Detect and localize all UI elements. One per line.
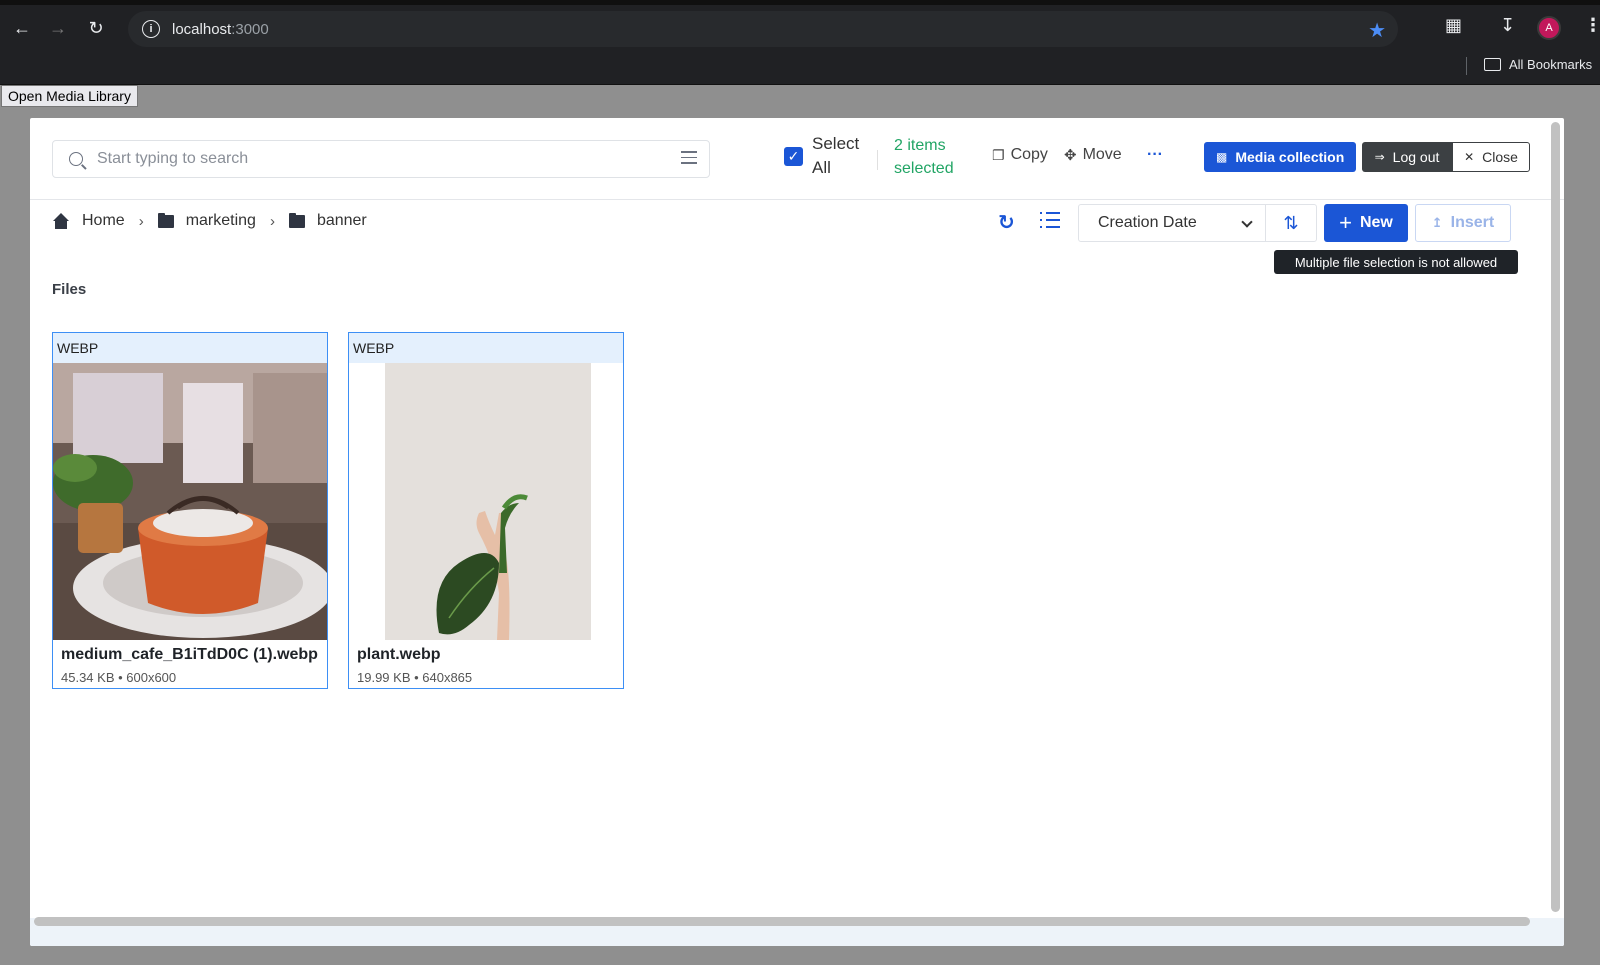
all-bookmarks-label: All Bookmarks (1509, 57, 1593, 72)
tooltip: Multiple file selection is not allowed (1274, 250, 1518, 274)
media-collection-label: Media collection (1235, 149, 1345, 165)
sort-ascending-icon: ⇅ (1283, 212, 1299, 233)
file-thumbnail (53, 363, 327, 640)
file-name: plant.webp (357, 646, 441, 663)
new-label: New (1359, 214, 1393, 231)
file-type-badge: WEBP (349, 333, 623, 363)
file-type-badge: WEBP (53, 333, 327, 363)
logout-button[interactable]: ⇒ Log out (1362, 142, 1452, 172)
copy-button[interactable]: ❐ Copy (992, 146, 1048, 164)
collection-icon: ▩ (1216, 150, 1228, 164)
home-icon (52, 213, 70, 229)
library-toolbar: ✓ Select All 2 items selected ❐ Copy ✥ M… (30, 118, 1564, 200)
vertical-scrollbar[interactable] (1551, 122, 1560, 912)
more-actions-button[interactable]: ··· (1147, 146, 1163, 164)
close-icon: ✕ (1464, 150, 1475, 164)
search-box[interactable] (52, 140, 710, 178)
breadcrumb-banner[interactable]: banner (317, 212, 367, 230)
site-info-icon[interactable]: i (142, 20, 160, 38)
back-arrow-icon[interactable]: ← (8, 14, 36, 42)
select-all[interactable]: ✓ Select All (784, 132, 870, 180)
download-icon[interactable]: ↧ (1500, 15, 1515, 36)
select-all-checkbox[interactable]: ✓ (784, 146, 803, 166)
file-thumbnail (349, 363, 623, 640)
files-heading: Files (52, 281, 87, 298)
bookmarks-bar: All Bookmarks (0, 48, 1600, 85)
close-button[interactable]: ✕ Close (1452, 142, 1530, 172)
plus-icon: + (1339, 210, 1352, 235)
insert-label: Insert (1450, 214, 1495, 231)
breadcrumb-separator: › (269, 212, 275, 230)
selected-count: 2 items selected (894, 137, 954, 177)
browser-menu-icon[interactable]: ⋮ (1584, 15, 1600, 36)
breadcrumb: Home › marketing › banner (52, 206, 367, 236)
close-label: Close (1482, 149, 1518, 165)
plant-image (349, 363, 623, 640)
search-icon (69, 152, 83, 166)
profile-avatar[interactable]: A (1537, 16, 1561, 40)
folder-icon (288, 212, 305, 228)
breadcrumb-home[interactable]: Home (82, 212, 125, 230)
reload-icon[interactable]: ↻ (82, 14, 110, 42)
chevron-down-icon (1241, 216, 1253, 228)
folder-icon (157, 212, 174, 228)
copy-icon: ❐ (992, 146, 1005, 163)
breadcrumb-separator: › (138, 212, 144, 230)
sort-select-value: Creation Date (1098, 214, 1197, 231)
browser-toolbar: ← → ↻ i localhost:3000 ★ ▦ ↧ A ⋮ (0, 0, 1600, 48)
refresh-icon[interactable]: ↻ (998, 210, 1015, 235)
all-bookmarks[interactable]: All Bookmarks (1484, 57, 1592, 72)
sort-select[interactable]: Creation Date (1078, 204, 1266, 242)
file-name: medium_cafe_B1iTdD0C (1).webp (61, 646, 318, 663)
open-media-library-button[interactable]: Open Media Library (1, 85, 138, 107)
move-button[interactable]: ✥ Move (1064, 146, 1122, 164)
file-card[interactable]: WEBP plant.webp 19.99 KB • 640x865 (348, 332, 624, 689)
logout-label: Log out (1392, 149, 1440, 165)
search-input[interactable] (97, 150, 657, 168)
bookmarks-divider (1466, 57, 1467, 75)
folder-icon (1484, 58, 1501, 71)
file-meta: 45.34 KB • 600x600 (61, 670, 177, 685)
move-icon: ✥ (1064, 147, 1077, 164)
breadcrumb-marketing[interactable]: marketing (186, 212, 256, 230)
address-host: localhost (172, 20, 232, 38)
media-collection-button[interactable]: ▩ Media collection (1204, 142, 1357, 172)
upload-icon: ↥ (1431, 215, 1443, 230)
select-all-label: Select All (812, 134, 860, 177)
logout-icon: ⇒ (1374, 150, 1385, 164)
insert-button[interactable]: ↥ Insert (1415, 204, 1511, 242)
forward-arrow-icon[interactable]: → (44, 14, 72, 42)
sort-order-button[interactable]: ⇅ (1265, 204, 1317, 242)
cafe-image (53, 363, 327, 640)
list-view-icon[interactable] (1040, 212, 1060, 229)
new-button[interactable]: + New (1324, 204, 1408, 242)
extensions-icon[interactable]: ▦ (1445, 15, 1462, 36)
copy-label: Copy (1010, 146, 1048, 163)
move-label: Move (1082, 146, 1122, 163)
address-port: :3000 (231, 20, 269, 38)
media-library-modal: ✓ Select All 2 items selected ❐ Copy ✥ M… (30, 118, 1564, 946)
file-meta: 19.99 KB • 640x865 (357, 670, 473, 685)
address-bar[interactable]: i localhost:3000 ★ (128, 11, 1398, 47)
selection-divider (877, 150, 878, 170)
horizontal-scrollbar[interactable] (34, 917, 1530, 926)
bookmark-star-icon[interactable]: ★ (1368, 18, 1386, 43)
file-card[interactable]: WEBP medium_cafe_B1iTdD0C (1).webp 45.34… (52, 332, 328, 689)
filter-sliders-icon[interactable] (681, 151, 697, 167)
